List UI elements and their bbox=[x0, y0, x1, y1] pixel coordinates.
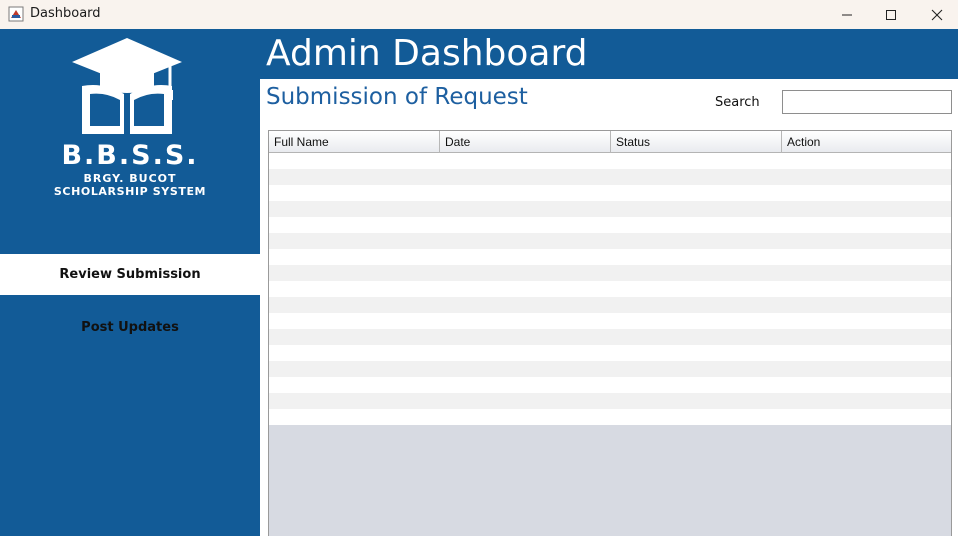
table-body[interactable] bbox=[269, 153, 951, 425]
table-row[interactable] bbox=[269, 169, 951, 185]
sidebar: B.B.S.S. BRGY. BUCOT SCHOLARSHIP SYSTEM … bbox=[0, 29, 260, 536]
section-title: Submission of Request bbox=[266, 84, 528, 110]
table-row[interactable] bbox=[269, 297, 951, 313]
close-icon bbox=[931, 9, 943, 20]
search-input[interactable] bbox=[782, 90, 952, 114]
column-header-full-name[interactable]: Full Name bbox=[269, 131, 440, 153]
table-row[interactable] bbox=[269, 313, 951, 329]
window-title: Dashboard bbox=[30, 6, 101, 21]
table-row[interactable] bbox=[269, 265, 951, 281]
graduation-cap-book-logo bbox=[72, 38, 182, 134]
table-row[interactable] bbox=[269, 393, 951, 409]
sidebar-item-label: Post Updates bbox=[81, 320, 179, 335]
table-row[interactable] bbox=[269, 185, 951, 201]
brand-subtitle-line1: BRGY. BUCOT bbox=[83, 172, 177, 185]
table-row[interactable] bbox=[269, 201, 951, 217]
sidebar-item-review-submission[interactable]: Review Submission bbox=[0, 254, 260, 295]
window-titlebar: Dashboard bbox=[0, 0, 958, 29]
table-row[interactable] bbox=[269, 281, 951, 297]
brand-acronym: B.B.S.S. bbox=[61, 140, 199, 171]
sidebar-item-post-updates[interactable]: Post Updates bbox=[0, 307, 260, 348]
minimize-button[interactable] bbox=[824, 0, 870, 29]
column-header-status[interactable]: Status bbox=[611, 131, 782, 153]
brand-subtitle-line2: SCHOLARSHIP SYSTEM bbox=[53, 185, 207, 198]
table-row[interactable] bbox=[269, 377, 951, 393]
table-row[interactable] bbox=[269, 345, 951, 361]
maximize-button[interactable] bbox=[868, 0, 914, 29]
close-button[interactable] bbox=[914, 0, 958, 29]
table-row[interactable] bbox=[269, 361, 951, 377]
column-header-date[interactable]: Date bbox=[440, 131, 611, 153]
table-header: Full Name Date Status Action bbox=[269, 131, 951, 153]
table-row[interactable] bbox=[269, 249, 951, 265]
minimize-icon bbox=[842, 14, 852, 15]
table-row[interactable] bbox=[269, 409, 951, 425]
table-row[interactable] bbox=[269, 217, 951, 233]
java-app-icon bbox=[8, 6, 24, 22]
page-header: Admin Dashboard bbox=[260, 29, 958, 79]
sidebar-item-label: Review Submission bbox=[59, 267, 201, 282]
table-row[interactable] bbox=[269, 329, 951, 345]
maximize-icon bbox=[886, 9, 896, 20]
search-label: Search bbox=[715, 95, 760, 110]
submissions-table[interactable]: Full Name Date Status Action bbox=[268, 130, 952, 536]
table-row[interactable] bbox=[269, 233, 951, 249]
column-header-action[interactable]: Action bbox=[782, 131, 951, 153]
table-row[interactable] bbox=[269, 153, 951, 169]
page-title: Admin Dashboard bbox=[266, 33, 588, 74]
